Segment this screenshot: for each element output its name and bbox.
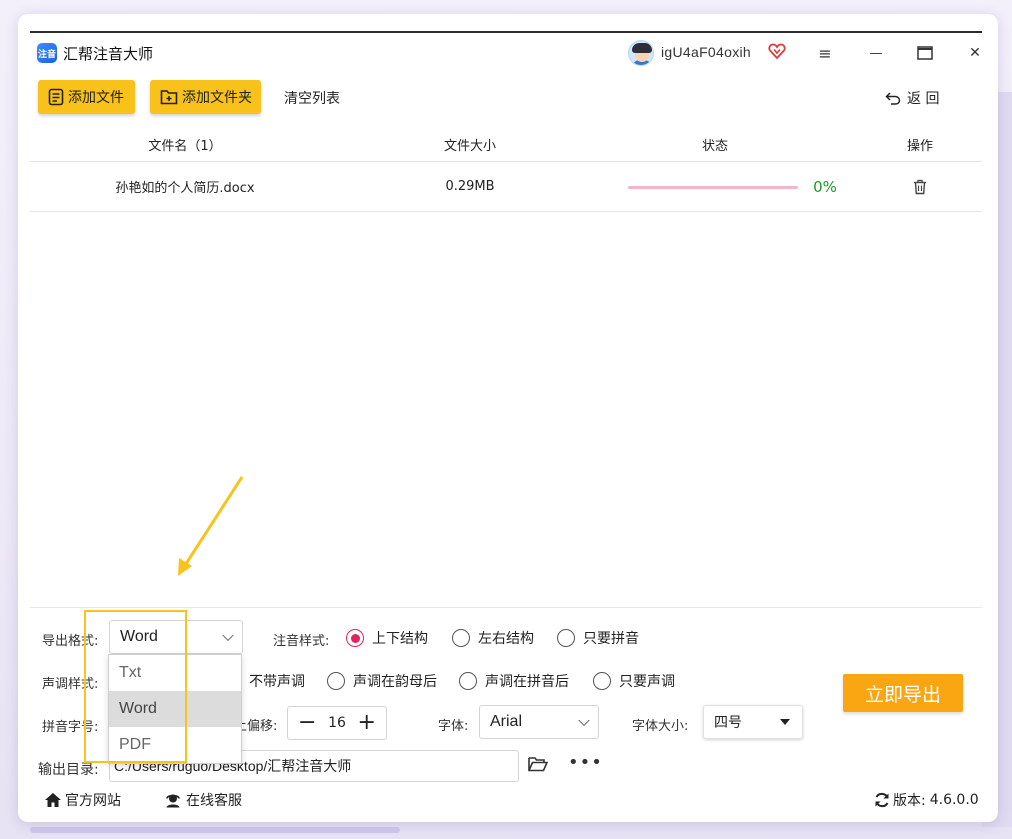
offset-value: 16	[328, 715, 346, 731]
radio-label: 只要拼音	[583, 631, 639, 647]
plus-icon[interactable]: +	[358, 712, 376, 734]
clear-list-button[interactable]: 清空列表	[284, 88, 340, 108]
radio-tone-after-pinyin[interactable]: 声调在拼音后	[459, 671, 569, 691]
settings-divider	[30, 607, 982, 608]
version-info: 版本: 4.6.0.0	[874, 780, 979, 820]
minus-icon[interactable]: −	[298, 712, 316, 734]
radio-label: 左右结构	[478, 631, 534, 647]
add-folder-label: 添加文件夹	[182, 90, 252, 106]
app-window: 注音 汇帮注音大师 igU4aF04oxih ≡ — ✕ 添加文件 添加文件夹 …	[18, 14, 998, 822]
radio-tone-after-final[interactable]: 声调在韵母后	[327, 671, 437, 691]
font-label: 字体:	[438, 719, 469, 734]
username[interactable]: igU4aF04oxih	[661, 44, 751, 60]
add-file-label: 添加文件	[68, 90, 124, 106]
radio-label: 只要声调	[619, 674, 675, 690]
column-header-status: 状态	[701, 139, 728, 154]
chevron-down-icon	[578, 714, 590, 727]
headset-icon	[166, 794, 180, 808]
website-link[interactable]: 官方网站	[44, 780, 121, 820]
radio-top-bottom[interactable]: 上下结构	[346, 628, 428, 648]
radio-unchecked-icon	[557, 629, 575, 647]
add-folder-button[interactable]: 添加文件夹	[150, 80, 261, 114]
radio-label: 声调在韵母后	[353, 674, 437, 690]
column-header-filename: 文件名（1）	[148, 139, 222, 154]
radio-unchecked-icon	[593, 672, 611, 690]
radio-unchecked-icon	[452, 629, 470, 647]
font-size-label: 字体大小:	[632, 719, 689, 734]
footer-bar: 官方网站 在线客服 版本: 4.6.0.0	[18, 780, 998, 820]
radio-label: 声调在拼音后	[485, 674, 569, 690]
back-button[interactable]: 返 回	[885, 88, 939, 108]
chevron-down-icon	[222, 629, 234, 642]
back-arrow-icon	[885, 92, 901, 105]
menu-icon[interactable]: ≡	[813, 42, 837, 64]
close-icon[interactable]: ✕	[963, 42, 987, 64]
app-title: 汇帮注音大师	[63, 45, 154, 63]
support-label: 在线客服	[186, 793, 242, 809]
folder-open-icon[interactable]	[528, 756, 548, 772]
app-logo-text: 注音	[37, 49, 56, 60]
font-size-value: 四号	[714, 714, 742, 730]
support-link[interactable]: 在线客服	[164, 780, 242, 820]
radio-no-tone[interactable]: 不带声调	[249, 671, 305, 691]
column-header-action: 操作	[906, 139, 933, 154]
row-size: 0.29MB	[445, 179, 495, 194]
background-band-bottom	[30, 827, 400, 833]
add-file-icon	[48, 88, 64, 106]
column-header-size: 文件大小	[443, 139, 496, 154]
vip-heart-icon[interactable]	[768, 42, 786, 60]
user-avatar[interactable]	[628, 40, 654, 66]
refresh-icon[interactable]	[874, 792, 890, 808]
offset-stepper[interactable]: − 16 +	[287, 706, 387, 740]
home-icon	[45, 793, 61, 807]
annotation-style-label: 注音样式:	[273, 634, 330, 649]
export-now-button[interactable]: 立即导出	[843, 674, 963, 712]
delete-icon[interactable]	[900, 162, 940, 211]
row-filename: 孙艳如的个人简历.docx	[115, 181, 255, 196]
title-bar: 注音 汇帮注音大师 igU4aF04oxih ≡ — ✕	[18, 34, 998, 74]
add-folder-icon	[160, 90, 178, 105]
radio-checked-icon	[346, 629, 364, 647]
font-value: Arial	[490, 713, 523, 730]
website-label: 官方网站	[65, 793, 121, 809]
add-file-button[interactable]: 添加文件	[38, 80, 135, 114]
table-row[interactable]: 孙艳如的个人简历.docx 0.29MB 0%	[30, 162, 982, 212]
app-logo-icon: 注音	[37, 43, 57, 63]
maximize-icon[interactable]	[913, 42, 937, 64]
version-label: 版本:	[893, 793, 926, 809]
version-number: 4.6.0.0	[929, 792, 979, 808]
radio-left-right[interactable]: 左右结构	[452, 628, 534, 648]
avatar-hair	[632, 43, 652, 53]
radio-label: 上下结构	[372, 631, 428, 647]
file-table-header: 文件名（1） 文件大小 状态 操作	[30, 128, 982, 162]
more-options-icon[interactable]: •••	[568, 752, 603, 773]
caret-down-icon	[780, 719, 790, 725]
font-select[interactable]: Arial	[479, 705, 599, 739]
minimize-icon[interactable]: —	[864, 42, 888, 64]
highlight-box	[84, 610, 187, 763]
row-progress-bar	[628, 186, 798, 189]
row-progress-percent: 0%	[813, 177, 837, 196]
radio-unchecked-icon	[327, 672, 345, 690]
title-divider	[30, 31, 982, 33]
radio-pinyin-only[interactable]: 只要拼音	[557, 628, 639, 648]
back-label: 返 回	[907, 91, 940, 107]
pointer-arrow-icon	[178, 476, 244, 576]
radio-unchecked-icon	[459, 672, 477, 690]
radio-label: 不带声调	[249, 674, 305, 690]
font-size-select[interactable]: 四号	[703, 705, 803, 739]
radio-tone-only[interactable]: 只要声调	[593, 671, 675, 691]
